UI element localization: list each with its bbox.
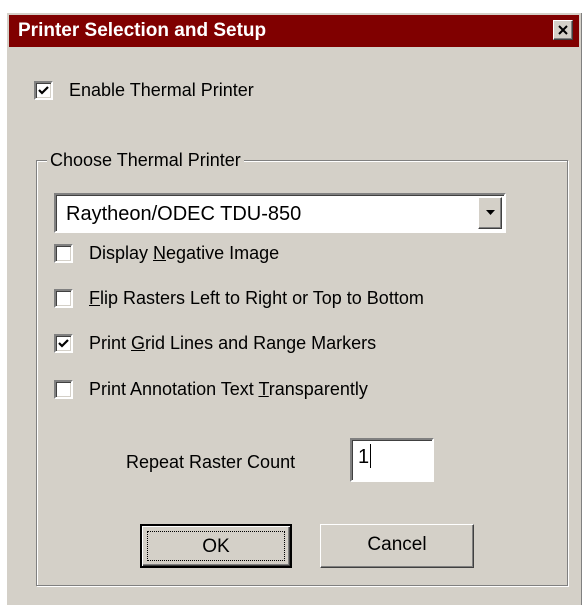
access-key: G [131,333,146,353]
close-button[interactable] [553,20,573,40]
print-annotation-transparent-label: Print Annotation Text Transparently [89,378,368,400]
print-grid-lines-checkbox[interactable] [54,333,73,353]
access-key: F [89,288,100,308]
cancel-button[interactable]: Cancel [320,524,474,568]
label-text: lip Rasters Left to Right or Top to Bott… [100,288,424,308]
printer-select[interactable]: Raytheon/ODEC TDU-850 [54,193,506,233]
display-negative-image-checkbox-row[interactable]: Display Negative Image [54,241,279,265]
flip-rasters-checkbox-row[interactable]: Flip Rasters Left to Right or Top to Bot… [54,286,424,310]
printer-select-value: Raytheon/ODEC TDU-850 [66,203,302,225]
label-text: ransparently [268,379,368,399]
display-negative-image-checkbox[interactable] [54,243,73,263]
checkmark-icon [38,85,49,95]
repeat-raster-count-value: 1 [358,446,370,468]
flip-rasters-checkbox[interactable] [54,288,73,308]
display-negative-image-label: Display Negative Image [89,242,279,264]
access-key: N [153,243,167,263]
label-text: egative Image [166,243,280,263]
flip-rasters-label: Flip Rasters Left to Right or Top to Bot… [89,287,424,309]
enable-thermal-printer-checkbox-row[interactable]: Enable Thermal Printer [34,78,254,102]
enable-thermal-printer-label: Enable Thermal Printer [69,80,254,100]
label-text: Display [89,243,154,263]
repeat-raster-count-input[interactable]: 1 [350,438,434,482]
enable-thermal-printer-checkbox[interactable] [34,80,53,100]
chevron-down-icon [486,210,495,215]
focus-rectangle: OK [147,531,285,561]
access-key: T [258,379,269,399]
title-bar[interactable]: Printer Selection and Setup [9,15,579,47]
printer-select-dropdown-button[interactable] [478,197,502,229]
text-caret [370,444,372,468]
print-annotation-transparent-checkbox-row[interactable]: Print Annotation Text Transparently [54,377,368,401]
print-annotation-transparent-checkbox[interactable] [54,379,73,399]
checkmark-icon [58,338,69,348]
ok-button-label: OK [202,536,230,557]
window-title: Printer Selection and Setup [18,20,267,41]
label-text: rid Lines and Range Markers [145,333,377,353]
print-grid-lines-label: Print Grid Lines and Range Markers [89,332,376,354]
print-grid-lines-checkbox-row[interactable]: Print Grid Lines and Range Markers [54,331,376,355]
label-text: Print [89,333,132,353]
cancel-button-label: Cancel [367,534,427,555]
ok-button[interactable]: OK [140,524,292,568]
close-icon [558,25,568,35]
printer-setup-dialog: Printer Selection and Setup Enable Therm… [6,12,582,605]
repeat-raster-count-label: Repeat Raster Count [126,452,296,472]
choose-printer-group-label: Choose Thermal Printer [47,148,244,172]
label-text: Print Annotation Text [89,379,259,399]
